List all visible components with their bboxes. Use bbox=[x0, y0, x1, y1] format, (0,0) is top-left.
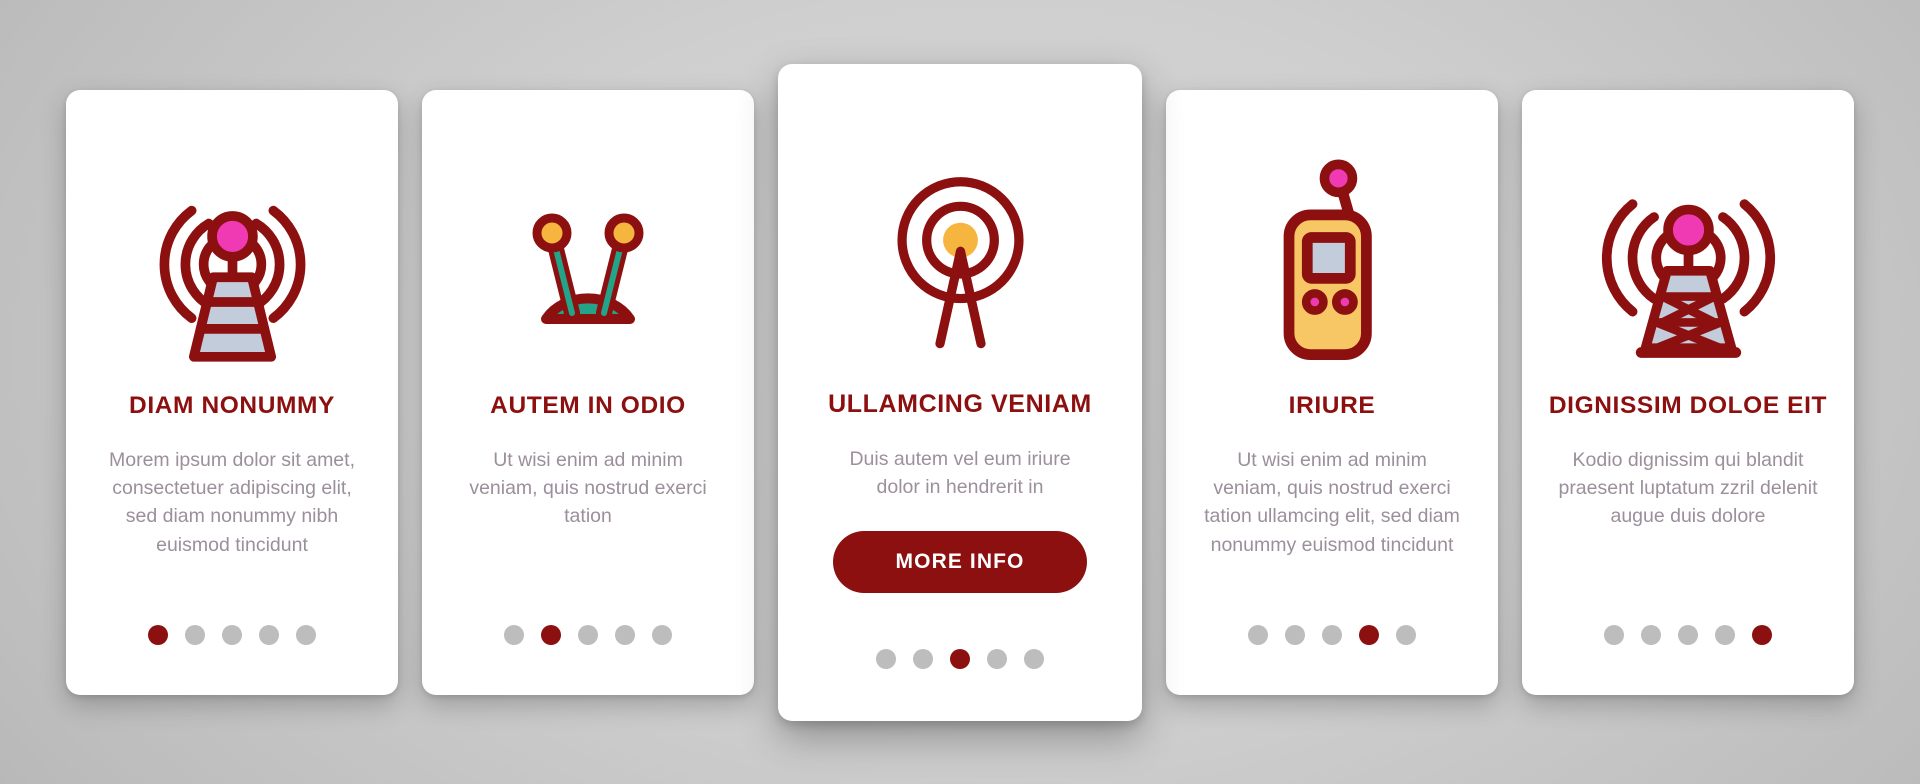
onboarding-card-2[interactable]: AUTEM IN ODIO Ut wisi enim ad minim veni… bbox=[422, 89, 754, 695]
pagination-dot[interactable] bbox=[1359, 624, 1379, 645]
pagination-dot[interactable] bbox=[876, 648, 896, 669]
pagination-dot[interactable] bbox=[578, 624, 598, 645]
lattice-tower-waves-icon bbox=[1548, 142, 1828, 392]
card-title: ULLAMCING VENIAM bbox=[828, 389, 1092, 418]
pagination-dot[interactable] bbox=[148, 624, 168, 645]
pagination-dot[interactable] bbox=[1285, 624, 1305, 645]
card-title: AUTEM IN ODIO bbox=[490, 391, 686, 419]
pagination-dot[interactable] bbox=[1752, 624, 1772, 645]
pagination-dot[interactable] bbox=[259, 624, 279, 645]
pagination-dots[interactable] bbox=[1166, 624, 1498, 645]
onboarding-card-4[interactable]: IRIURE Ut wisi enim ad minim veniam, qui… bbox=[1166, 89, 1498, 695]
card-body-text: Duis autem vel eum iriure dolor in hendr… bbox=[849, 447, 1071, 498]
walkie-talkie-icon bbox=[1192, 142, 1472, 392]
pagination-dot[interactable] bbox=[913, 648, 933, 669]
pagination-dot[interactable] bbox=[541, 624, 561, 645]
pagination-dot[interactable] bbox=[296, 624, 316, 645]
radio-tower-waves-icon bbox=[92, 142, 372, 392]
onboarding-card-1[interactable]: DIAM NONUMMY Morem ipsum dolor sit amet,… bbox=[66, 89, 398, 695]
pagination-dots[interactable] bbox=[66, 624, 398, 645]
card-body-text: Morem ipsum dolor sit amet, consectetuer… bbox=[109, 448, 355, 556]
pagination-dots[interactable] bbox=[778, 648, 1142, 669]
pagination-dot[interactable] bbox=[1604, 624, 1624, 645]
twin-antenna-dish-icon bbox=[448, 142, 728, 392]
pagination-dot[interactable] bbox=[615, 624, 635, 645]
pagination-dot[interactable] bbox=[652, 624, 672, 645]
pagination-dot[interactable] bbox=[950, 648, 970, 669]
pagination-dot[interactable] bbox=[1396, 624, 1416, 645]
pagination-dots[interactable] bbox=[1522, 624, 1854, 645]
pagination-dot[interactable] bbox=[1715, 624, 1735, 645]
pagination-dot[interactable] bbox=[1248, 624, 1268, 645]
card-title: IRIURE bbox=[1288, 391, 1376, 419]
pagination-dot[interactable] bbox=[1641, 624, 1661, 645]
more-info-button[interactable]: MORE INFO bbox=[833, 531, 1087, 594]
pagination-dots[interactable] bbox=[422, 624, 754, 645]
card-body-text: Ut wisi enim ad minim veniam, quis nostr… bbox=[469, 448, 707, 528]
pagination-dot[interactable] bbox=[1322, 624, 1342, 645]
card-title: DIAM NONUMMY bbox=[129, 391, 335, 419]
pagination-dot[interactable] bbox=[222, 624, 242, 645]
broadcast-signal-icon bbox=[806, 122, 1114, 390]
card-title: DIGNISSIM DOLOE EIT bbox=[1548, 391, 1828, 419]
onboarding-screens-stage: DIAM NONUMMY Morem ipsum dolor sit amet,… bbox=[0, 0, 1920, 784]
onboarding-card-5[interactable]: DIGNISSIM DOLOE EIT Kodio dignissim qui … bbox=[1522, 89, 1854, 695]
pagination-dot[interactable] bbox=[504, 624, 524, 645]
card-body-text: Ut wisi enim ad minim veniam, quis nostr… bbox=[1204, 448, 1460, 556]
pagination-dot[interactable] bbox=[987, 648, 1007, 669]
onboarding-card-3-featured[interactable]: ULLAMCING VENIAM Duis autem vel eum iriu… bbox=[778, 63, 1142, 721]
card-body-text: Kodio dignissim qui blandit praesent lup… bbox=[1558, 448, 1818, 528]
pagination-dot[interactable] bbox=[1024, 648, 1044, 669]
card-row: DIAM NONUMMY Morem ipsum dolor sit amet,… bbox=[0, 0, 1920, 784]
pagination-dot[interactable] bbox=[185, 624, 205, 645]
pagination-dot[interactable] bbox=[1678, 624, 1698, 645]
